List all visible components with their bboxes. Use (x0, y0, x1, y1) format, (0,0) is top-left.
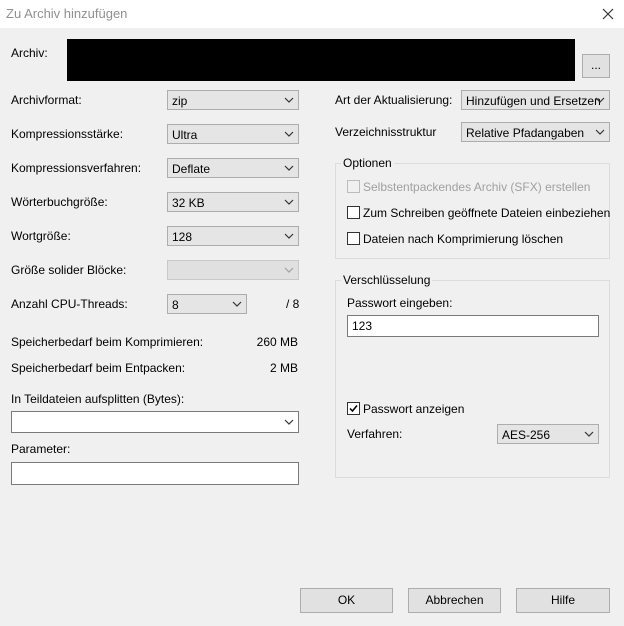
archive-path-input[interactable] (67, 39, 575, 81)
chevron-down-icon (284, 233, 294, 239)
compression-level-select[interactable]: Ultra (167, 124, 299, 144)
compression-method-label: Kompressionsverfahren: (11, 161, 142, 175)
memory-compress-value: 260 MB (256, 335, 298, 349)
path-mode-label: Verzeichnisstruktur (335, 125, 437, 139)
archive-format-label: Archivformat: (11, 93, 82, 107)
cpu-threads-max: / 8 (286, 297, 300, 311)
update-mode-select[interactable]: Hinzufügen und Ersetzen (461, 90, 610, 110)
sfx-checkbox-label: Selbstentpackendes Archiv (SFX) erstelle… (363, 180, 591, 194)
close-icon (602, 8, 614, 20)
chevron-down-icon (284, 419, 294, 425)
path-mode-value: Relative Pfadangaben (466, 126, 585, 140)
cancel-button[interactable]: Abbrechen (408, 588, 501, 613)
compression-method-value: Deflate (172, 162, 211, 176)
archive-label: Archiv: (11, 46, 48, 60)
show-password-checkbox[interactable] (347, 402, 360, 415)
solid-block-size-label: Größe solider Blöcke: (11, 263, 127, 277)
password-value: 123 (352, 319, 373, 333)
cpu-threads-label: Anzahl CPU-Threads: (11, 297, 128, 311)
encryption-method-select[interactable]: AES-256 (497, 424, 599, 444)
archive-format-select[interactable]: zip (167, 90, 299, 110)
word-size-select[interactable]: 128 (167, 226, 299, 246)
memory-extract-label: Speicherbedarf beim Entpacken: (11, 361, 186, 375)
chevron-down-icon (595, 97, 605, 103)
chevron-down-icon (284, 131, 294, 137)
parameters-label: Parameter: (11, 442, 71, 456)
memory-compress-label: Speicherbedarf beim Komprimieren: (11, 335, 204, 349)
update-mode-label: Art der Aktualisierung: (335, 93, 453, 107)
split-volumes-label: In Teildateien aufsplitten (Bytes): (11, 392, 185, 406)
split-volumes-combo[interactable] (11, 411, 299, 433)
memory-extract-value: 2 MB (269, 361, 298, 375)
chevron-down-icon (284, 97, 294, 103)
close-button[interactable] (598, 4, 618, 24)
cpu-threads-select[interactable]: 8 (167, 294, 247, 314)
archive-format-value: zip (172, 94, 188, 108)
dictionary-size-value: 32 KB (172, 196, 205, 210)
compression-level-value: Ultra (172, 128, 198, 142)
word-size-label: Wortgröße: (11, 229, 71, 243)
window-title: Zu Archiv hinzufügen (6, 6, 128, 21)
shared-files-checkbox-label: Zum Schreiben geöffnete Dateien einbezie… (363, 206, 611, 220)
password-label: Passwort eingeben: (347, 296, 453, 310)
dictionary-size-label: Wörterbuchgröße: (11, 195, 108, 209)
chevron-down-icon (232, 301, 242, 307)
password-input[interactable]: 123 (347, 315, 599, 337)
encryption-method-value: AES-256 (502, 428, 551, 442)
sfx-checkbox (347, 180, 360, 193)
encryption-group-title: Verschlüsselung (341, 273, 433, 287)
chevron-down-icon (284, 267, 294, 273)
solid-block-size-select (167, 260, 299, 280)
parameters-input[interactable] (11, 462, 299, 485)
checkmark-icon (349, 405, 358, 413)
update-mode-value: Hinzufügen und Ersetzen (466, 94, 601, 108)
chevron-down-icon (595, 129, 605, 135)
compression-level-label: Kompressionsstärke: (11, 127, 124, 141)
word-size-value: 128 (172, 230, 193, 244)
path-mode-select[interactable]: Relative Pfadangaben (461, 122, 610, 142)
options-group-title: Optionen (341, 156, 394, 170)
cpu-threads-value: 8 (172, 298, 179, 312)
encryption-method-label: Verfahren: (347, 427, 403, 441)
delete-after-checkbox[interactable] (347, 232, 360, 245)
chevron-down-icon (284, 165, 294, 171)
help-button[interactable]: Hilfe (516, 588, 610, 613)
chevron-down-icon (284, 199, 294, 205)
dictionary-size-select[interactable]: 32 KB (167, 192, 299, 212)
chevron-down-icon (584, 431, 594, 437)
ok-button[interactable]: OK (300, 588, 393, 613)
show-password-label: Passwort anzeigen (363, 402, 465, 416)
delete-after-checkbox-label: Dateien nach Komprimierung löschen (363, 232, 564, 246)
browse-button[interactable]: ... (582, 54, 610, 78)
compression-method-select[interactable]: Deflate (167, 158, 299, 178)
shared-files-checkbox[interactable] (347, 206, 360, 219)
